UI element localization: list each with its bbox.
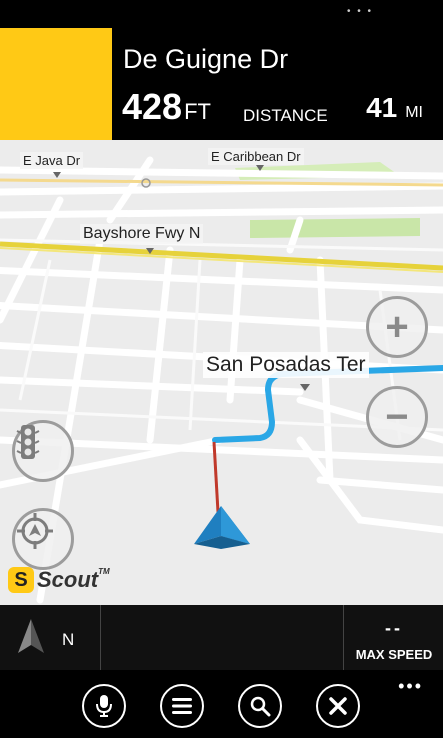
more-options-button[interactable]: ••• xyxy=(398,676,423,697)
navigation-header: De Guigne Dr 428FT DISTANCE 41 MI xyxy=(0,28,443,140)
close-icon xyxy=(329,697,347,715)
max-speed-label: MAX SPEED xyxy=(355,647,433,662)
recenter-button[interactable] xyxy=(12,508,74,570)
park-area xyxy=(250,218,420,238)
compass-panel[interactable]: N xyxy=(0,605,101,670)
microphone-icon xyxy=(96,695,112,717)
voice-button[interactable] xyxy=(82,684,126,728)
distance-to-turn: 428FT xyxy=(122,86,211,128)
search-icon xyxy=(250,696,271,717)
status-dots: • • • xyxy=(346,6,373,17)
menu-icon xyxy=(172,698,192,714)
info-bar: N -- MAX SPEED xyxy=(0,605,443,670)
distance-value: 428 xyxy=(122,86,183,127)
distance-unit: FT xyxy=(184,99,211,124)
zoom-in-button[interactable]: + xyxy=(366,296,428,358)
plus-icon: + xyxy=(385,305,409,349)
app-bar: ••• xyxy=(0,670,443,738)
turn-indicator xyxy=(0,28,112,140)
max-speed-panel: -- MAX SPEED xyxy=(343,605,443,670)
road-label-bayshore: Bayshore Fwy N xyxy=(80,224,204,244)
road-label-caribbean: E Caribbean Dr xyxy=(208,148,304,165)
zoom-out-button[interactable]: − xyxy=(366,386,428,448)
max-speed-value: -- xyxy=(385,618,403,638)
map-view[interactable]: E Java Dr E Caribbean Dr Bayshore Fwy N … xyxy=(0,140,443,605)
scout-logo-text: ScoutTM xyxy=(37,567,110,592)
traffic-button[interactable] xyxy=(12,420,74,482)
compass-arrow-icon xyxy=(18,619,44,653)
search-button[interactable] xyxy=(238,684,282,728)
remaining-unit: MI xyxy=(405,104,423,121)
remaining-distance: 41 MI xyxy=(366,92,423,124)
close-button[interactable] xyxy=(316,684,360,728)
road-label-java: E Java Dr xyxy=(20,152,84,169)
road-label-san-posadas: San Posadas Ter xyxy=(203,352,369,378)
info-middle-panel xyxy=(100,605,344,670)
scout-logo-mark: S xyxy=(8,567,34,593)
traffic-light-icon xyxy=(16,425,40,459)
menu-button[interactable] xyxy=(160,684,204,728)
locate-icon xyxy=(17,513,53,549)
scout-logo: S ScoutTM xyxy=(8,567,110,593)
status-bar: • • • xyxy=(0,0,443,28)
next-street-name: De Guigne Dr xyxy=(123,44,289,74)
minus-icon: − xyxy=(385,395,409,439)
compass-heading: N xyxy=(62,630,75,649)
remaining-value: 41 xyxy=(366,92,398,123)
distance-label: DISTANCE xyxy=(243,106,328,125)
